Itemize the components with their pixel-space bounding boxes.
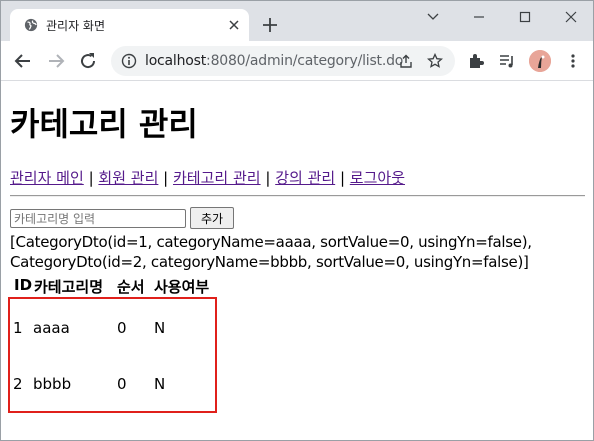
page-title: 카테고리 관리 [10, 105, 198, 143]
minimize-icon [474, 16, 484, 18]
nav-link-member-manage[interactable]: 회원 관리 [98, 169, 158, 187]
nav-separator: | [265, 169, 271, 187]
address-bar[interactable]: localhost:8080/admin/category/list.do [111, 46, 455, 76]
close-tab-icon[interactable] [227, 18, 241, 32]
avatar-image [529, 50, 551, 72]
new-tab-icon[interactable] [262, 17, 278, 33]
url-path: :8080/admin/category/list.do [206, 53, 404, 69]
dto-line: [CategoryDto(id=1, categoryName=aaaa, so… [10, 233, 532, 251]
media-controls-icon[interactable] [498, 52, 516, 70]
reload-icon[interactable] [78, 51, 98, 71]
nav-separator: | [339, 169, 346, 187]
nav-link-logout[interactable]: 로그아웃 [350, 169, 405, 187]
category-dto-list: [CategoryDto(id=1, categoryName=aaaa, so… [10, 232, 590, 272]
maximize-button[interactable] [502, 1, 548, 33]
nav-link-category-manage[interactable]: 카테고리 관리 [173, 169, 261, 187]
browser-window: 관리자 화면 localhost:8080/admin/category/lis… [0, 0, 594, 441]
column-header-category-name: 카테고리명 [34, 278, 104, 296]
tab-search-button[interactable] [410, 1, 456, 33]
nav-separator: | [88, 169, 94, 187]
nav-separator: | [163, 169, 169, 187]
profile-avatar[interactable] [529, 50, 551, 72]
share-icon[interactable] [398, 53, 414, 69]
page-content: 카테고리 관리 관리자 메인 | 회원 관리 | 카테고리 관리 | 강의 관리… [1, 82, 593, 440]
column-header-order: 순서 [117, 278, 145, 296]
back-arrow-icon[interactable] [13, 51, 33, 71]
tab-strip: 관리자 화면 [1, 1, 593, 41]
url-host: localhost [145, 53, 207, 69]
extensions-puzzle-icon[interactable] [467, 52, 485, 70]
globe-icon [24, 18, 38, 32]
admin-nav: 관리자 메인 | 회원 관리 | 카테고리 관리 | 강의 관리 | 로그아웃 [10, 167, 405, 188]
browser-toolbar: localhost:8080/admin/category/list.do [1, 41, 593, 81]
minimize-button[interactable] [456, 1, 502, 33]
column-header-using: 사용여부 [154, 278, 210, 296]
dto-line: CategoryDto(id=2, categoryName=bbbb, sor… [10, 253, 529, 271]
url-text: localhost:8080/admin/category/list.do [145, 53, 403, 69]
maximize-icon [519, 11, 531, 23]
nav-link-course-manage[interactable]: 강의 관리 [275, 169, 335, 187]
nav-link-admin-main[interactable]: 관리자 메인 [10, 169, 84, 187]
menu-kebab-icon[interactable] [564, 52, 582, 70]
tab-title: 관리자 화면 [46, 19, 106, 33]
close-icon [565, 11, 577, 23]
close-window-button[interactable] [548, 1, 593, 33]
divider [10, 195, 585, 197]
forward-arrow-icon[interactable] [46, 51, 66, 71]
browser-tab[interactable]: 관리자 화면 [10, 9, 249, 41]
highlight-annotation-box [8, 297, 217, 413]
bookmark-star-icon[interactable] [427, 53, 443, 69]
site-info-icon[interactable] [121, 53, 137, 69]
column-header-id: ID [14, 276, 33, 294]
category-name-input[interactable] [10, 209, 186, 228]
add-category-button[interactable]: 추가 [190, 207, 234, 229]
chevron-down-icon [427, 13, 439, 20]
